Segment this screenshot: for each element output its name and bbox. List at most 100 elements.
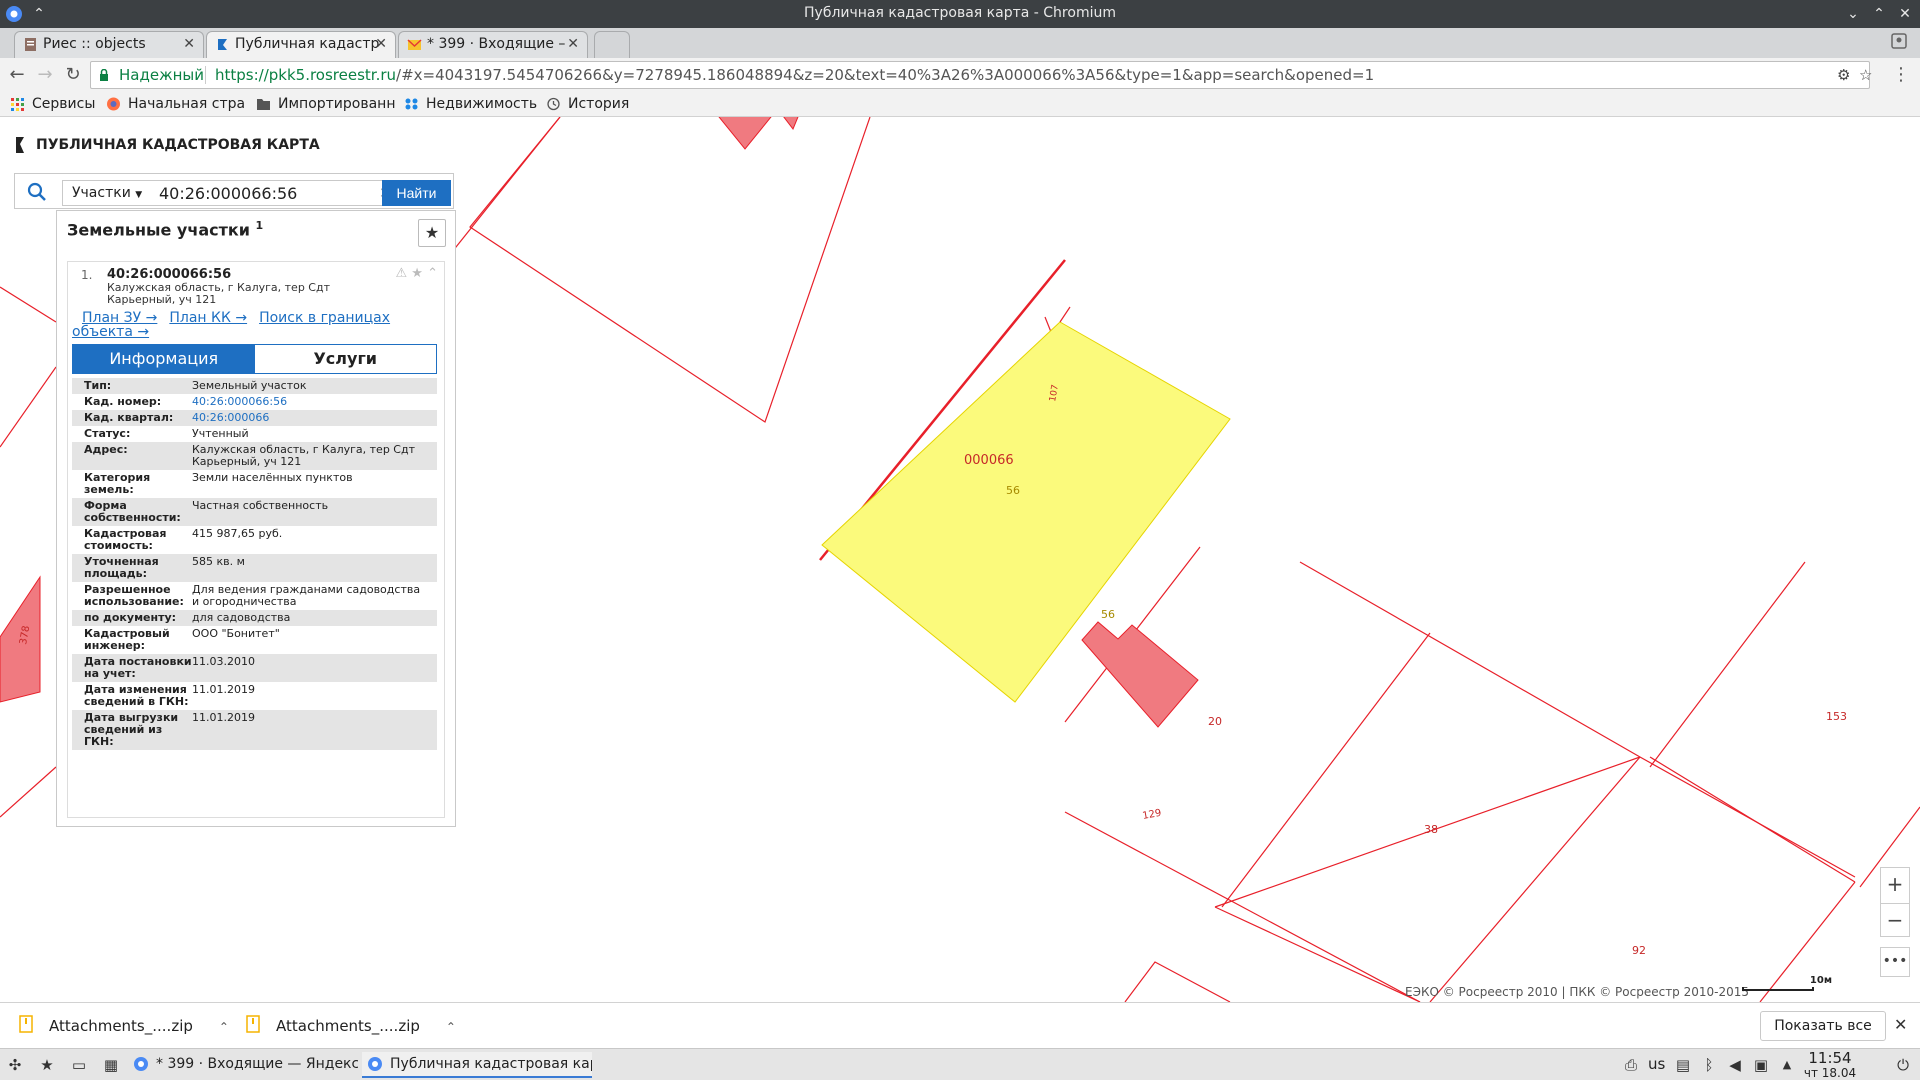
tab-close-icon[interactable]: ✕: [375, 32, 387, 57]
find-button[interactable]: Найти: [382, 180, 451, 206]
info-value: 415 987,65 руб.: [192, 527, 283, 540]
download-item[interactable]: Attachments_....zip ⌃: [246, 1015, 456, 1035]
warning-icon[interactable]: ⚠: [396, 266, 408, 281]
parcel-outline: [1124, 961, 1231, 1002]
info-row: Кад. номер: 40:26:000066:56: [72, 394, 437, 410]
info-row: Дата постановки на учет:11.03.2010: [72, 654, 437, 682]
download-item[interactable]: Attachments_....zip ⌃: [19, 1015, 229, 1035]
tray-up-arrow-icon[interactable]: ▲: [1778, 1056, 1796, 1074]
parcel-outline: [1649, 756, 1856, 883]
parcel-outline: [0, 286, 57, 323]
info-key: Статус:: [84, 427, 131, 440]
back-arrow-icon[interactable]: ←: [6, 64, 28, 86]
translate-icon[interactable]: ⚙: [1837, 62, 1850, 88]
info-key: Кадастровая стоимость:: [84, 527, 167, 552]
taskbar-task-mail[interactable]: * 399 · Входящие — Яндекс....: [128, 1052, 358, 1078]
close-icon[interactable]: ✕: [1894, 1015, 1907, 1034]
bookmark-imported[interactable]: Импортированн: [256, 95, 395, 113]
plan-kk-link[interactable]: План КК →: [169, 310, 247, 326]
info-key: Кадастровый инженер:: [84, 627, 170, 652]
info-value: 585 кв. м: [192, 555, 245, 568]
cadastral-map[interactable]: 000066 56 56 107 20 38 92 153 129 378 ПУ…: [0, 117, 1920, 1002]
omnibox-divider: [205, 66, 206, 84]
bookmark-star-icon[interactable]: ☆: [1859, 62, 1872, 88]
tab-objects[interactable]: Риес :: objects ✕: [14, 31, 204, 58]
forward-arrow-icon[interactable]: →: [34, 64, 56, 86]
bookmark-history[interactable]: История: [546, 95, 629, 113]
search-type-select[interactable]: Участки ▼: [62, 180, 148, 206]
tab-information[interactable]: Информация: [73, 345, 255, 373]
desktop-icon[interactable]: ▭: [70, 1056, 88, 1074]
chevron-up-icon[interactable]: ⌃: [427, 266, 438, 281]
info-value: Учтенный: [192, 427, 249, 440]
copyright: ЕЭКО © Росреестр 2010 | ПКК © Росреестр …: [1405, 985, 1750, 999]
window-minimize-icon[interactable]: ⌄: [1842, 3, 1864, 25]
info-value[interactable]: 40:26:000066: [192, 412, 427, 424]
show-all-button[interactable]: Показать все: [1760, 1011, 1886, 1041]
results-count: 1: [255, 219, 264, 232]
bluetooth-icon[interactable]: ᛒ: [1700, 1056, 1718, 1074]
tab-strip: Риес :: objects ✕ Публичная кадастр ✕ * …: [0, 28, 1920, 58]
bookmark-home[interactable]: Начальная стра: [106, 95, 245, 113]
clock[interactable]: 11:54 чт 18.04: [1800, 1051, 1860, 1080]
new-tab-button[interactable]: [594, 31, 630, 58]
tab-close-icon[interactable]: ✕: [183, 32, 195, 57]
dots-icon: [405, 98, 418, 110]
tab-services[interactable]: Услуги: [254, 345, 436, 373]
info-value[interactable]: 40:26:000066:56: [192, 396, 427, 408]
info-tabs: Информация Услуги: [72, 344, 437, 374]
reload-icon[interactable]: ↻: [62, 64, 84, 86]
profile-icon[interactable]: [1890, 32, 1908, 50]
window-close-icon[interactable]: ✕: [1894, 3, 1916, 25]
app-title-text: ПУБЛИЧНАЯ КАДАСТРОВАЯ КАРТА: [36, 137, 320, 153]
window-titlebar: ⌃ Публичная кадастровая карта - Chromium…: [0, 0, 1920, 28]
firefox-icon: [107, 97, 120, 111]
bookmark-services[interactable]: Сервисы: [10, 95, 95, 113]
tab-close-icon[interactable]: ✕: [567, 32, 579, 57]
info-key: Кад. номер:: [84, 395, 162, 408]
address-bar[interactable]: Надежный https://pkk5.rosreestr.ru/#x=40…: [90, 61, 1872, 89]
parcel-outline: [1649, 561, 1806, 768]
star-icon[interactable]: ★: [411, 266, 423, 281]
favorites-star-icon[interactable]: ★: [38, 1056, 56, 1074]
tab-label: * 399 · Входящие –: [427, 36, 566, 52]
keyboard-layout[interactable]: us: [1648, 1055, 1665, 1073]
info-row: Кадастровый инженер: ООО "Бонитет": [72, 626, 437, 654]
info-value: 11.01.2019: [192, 683, 255, 696]
search-input[interactable]: [147, 180, 397, 206]
map-label-parcel: 56: [1101, 608, 1115, 621]
results-header-text: Земельные участки: [67, 220, 250, 240]
map-label-parcel: 38: [1424, 823, 1438, 836]
window-maximize-icon[interactable]: ⌃: [1868, 3, 1890, 25]
window-title: Публичная кадастровая карта - Chromium: [804, 5, 1116, 21]
calculator-icon[interactable]: ▦: [102, 1056, 120, 1074]
zoom-in-button[interactable]: +: [1881, 868, 1909, 903]
menu-icon[interactable]: ⋮: [1890, 64, 1912, 86]
more-tools-button[interactable]: •••: [1880, 947, 1910, 977]
chevron-up-icon[interactable]: ⌃: [219, 1020, 229, 1034]
scale-bar: 10м: [1742, 975, 1832, 991]
printer-icon[interactable]: ⎙: [1622, 1056, 1640, 1074]
search-icon[interactable]: [27, 182, 47, 202]
clipboard-icon[interactable]: ▣: [1752, 1056, 1770, 1074]
app-menu-icon[interactable]: ✣: [6, 1056, 24, 1074]
clock-date: чт 18.04: [1803, 1066, 1857, 1080]
zoom-out-button[interactable]: −: [1881, 903, 1909, 938]
info-value: ООО "Бонитет": [192, 627, 280, 640]
bookmark-label: История: [568, 96, 630, 112]
taskbar-task-pkk[interactable]: Публичная кадастровая карт...: [362, 1052, 592, 1078]
bookmark-realty[interactable]: Недвижимость: [404, 95, 537, 113]
parcel-outline: [0, 766, 57, 818]
result-cad-number[interactable]: 40:26:000066:56: [107, 267, 231, 282]
tab-mail[interactable]: * 399 · Входящие – ✕: [398, 31, 588, 58]
caret-down-icon: ▼: [135, 190, 143, 200]
result-card: 1. 40:26:000066:56 Калужская область, г …: [67, 261, 445, 818]
favorite-button[interactable]: ★: [418, 219, 446, 247]
volume-icon[interactable]: ◀: [1726, 1056, 1744, 1074]
chevron-up-icon[interactable]: ⌃: [446, 1020, 456, 1034]
network-icon[interactable]: ▤: [1674, 1056, 1692, 1074]
url-text: https://pkk5.rosreestr.ru/#x=4043197.545…: [215, 62, 1374, 88]
tab-rosreestr[interactable]: Публичная кадастр ✕: [206, 31, 396, 58]
info-row: Тип: Земельный участок: [72, 378, 437, 394]
power-icon[interactable]: ⏻: [1894, 1056, 1912, 1074]
